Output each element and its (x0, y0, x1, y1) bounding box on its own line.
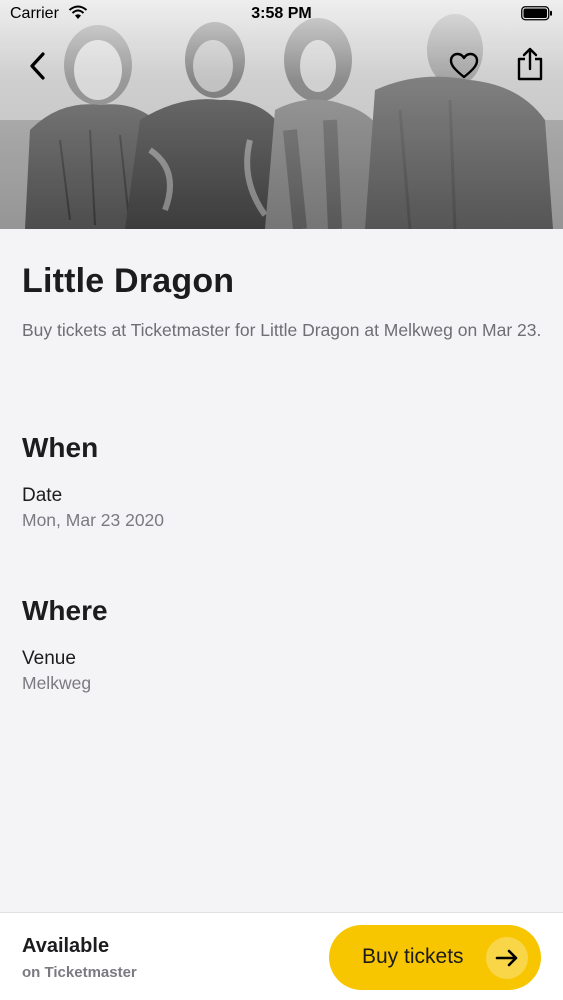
band-photo (0, 0, 563, 229)
favorite-button[interactable] (444, 46, 484, 86)
venue-value: Melkweg (22, 673, 92, 693)
venue-label: Venue (22, 648, 76, 669)
status-bar: Carrier 3:58 PM (0, 0, 563, 30)
when-heading: When (22, 432, 99, 463)
clock-time: 3:58 PM (251, 5, 312, 22)
back-button[interactable] (18, 46, 58, 86)
date-value: Mon, Mar 23 2020 (22, 510, 165, 530)
purchase-bar: Available on Ticketmaster Buy tickets (0, 912, 563, 1000)
date-label: Date (22, 485, 63, 506)
event-hero-image: Carrier 3:58 PM (0, 0, 563, 229)
ticket-provider: on Ticketmaster (22, 964, 137, 981)
arrow-right-icon (486, 937, 528, 979)
availability-status: Available (22, 935, 110, 957)
where-heading: Where (22, 595, 108, 626)
buy-tickets-button[interactable]: Buy tickets (329, 925, 541, 990)
event-detail-screen: Carrier 3:58 PM Little Dragon Buy ticket… (0, 0, 563, 1000)
buy-tickets-label: Buy tickets (362, 945, 464, 968)
heart-icon (449, 52, 479, 79)
chevron-left-icon (30, 52, 45, 80)
event-title: Little Dragon (22, 262, 235, 300)
share-button[interactable] (510, 44, 550, 84)
share-icon (517, 47, 543, 81)
battery-icon (521, 6, 553, 26)
event-description: Buy tickets at Ticketmaster for Little D… (22, 320, 542, 340)
